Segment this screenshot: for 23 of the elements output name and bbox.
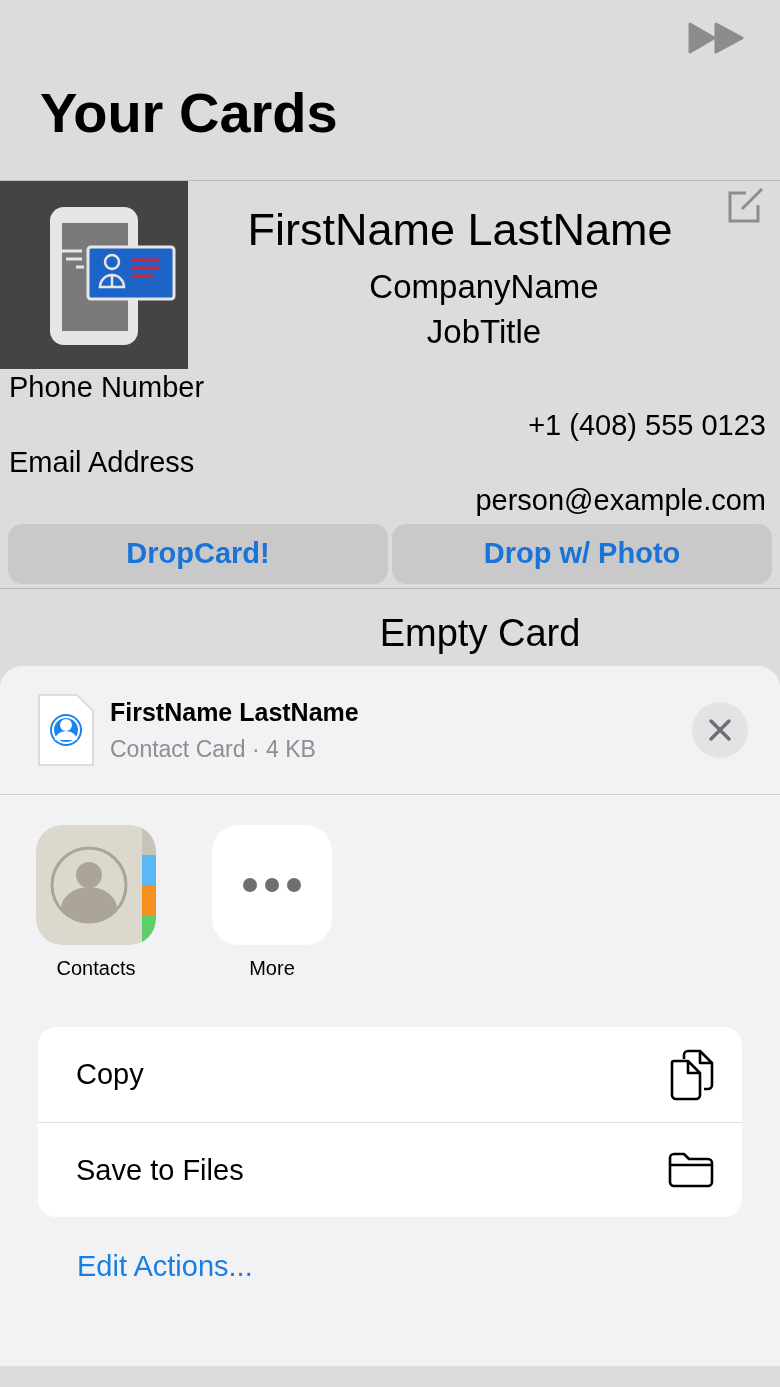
share-app-button[interactable]: Contacts	[36, 825, 156, 984]
more-icon	[212, 825, 332, 946]
job-title: JobTitle	[425, 311, 543, 352]
page-title: Your Cards	[40, 82, 339, 144]
file-info: Contact Card · 4 KB	[110, 734, 317, 764]
action-row[interactable]: Copy	[38, 1027, 742, 1123]
field-label: Email Address	[8, 445, 196, 481]
file-name: FirstName LastName	[110, 697, 360, 729]
contact-name: FirstName LastName	[246, 203, 674, 257]
copy-icon	[670, 1048, 714, 1101]
action-row[interactable]: Save to Files	[38, 1122, 742, 1218]
close-icon	[708, 718, 732, 743]
contact-file-icon	[38, 694, 94, 767]
contacts-icon	[36, 825, 156, 946]
field-label: Phone Number	[8, 370, 206, 405]
card-title: Empty Card	[378, 610, 582, 656]
edit-actions-link[interactable]: Edit Actions...	[77, 1245, 253, 1289]
share-app-button[interactable]: More	[212, 825, 332, 984]
folder-icon	[668, 1152, 714, 1189]
field-value: +1 (408) 555 0123	[527, 407, 767, 443]
field-value: person@example.com	[474, 483, 767, 519]
fast-forward-icon[interactable]	[688, 22, 744, 54]
company-name: CompanyName	[368, 267, 600, 307]
